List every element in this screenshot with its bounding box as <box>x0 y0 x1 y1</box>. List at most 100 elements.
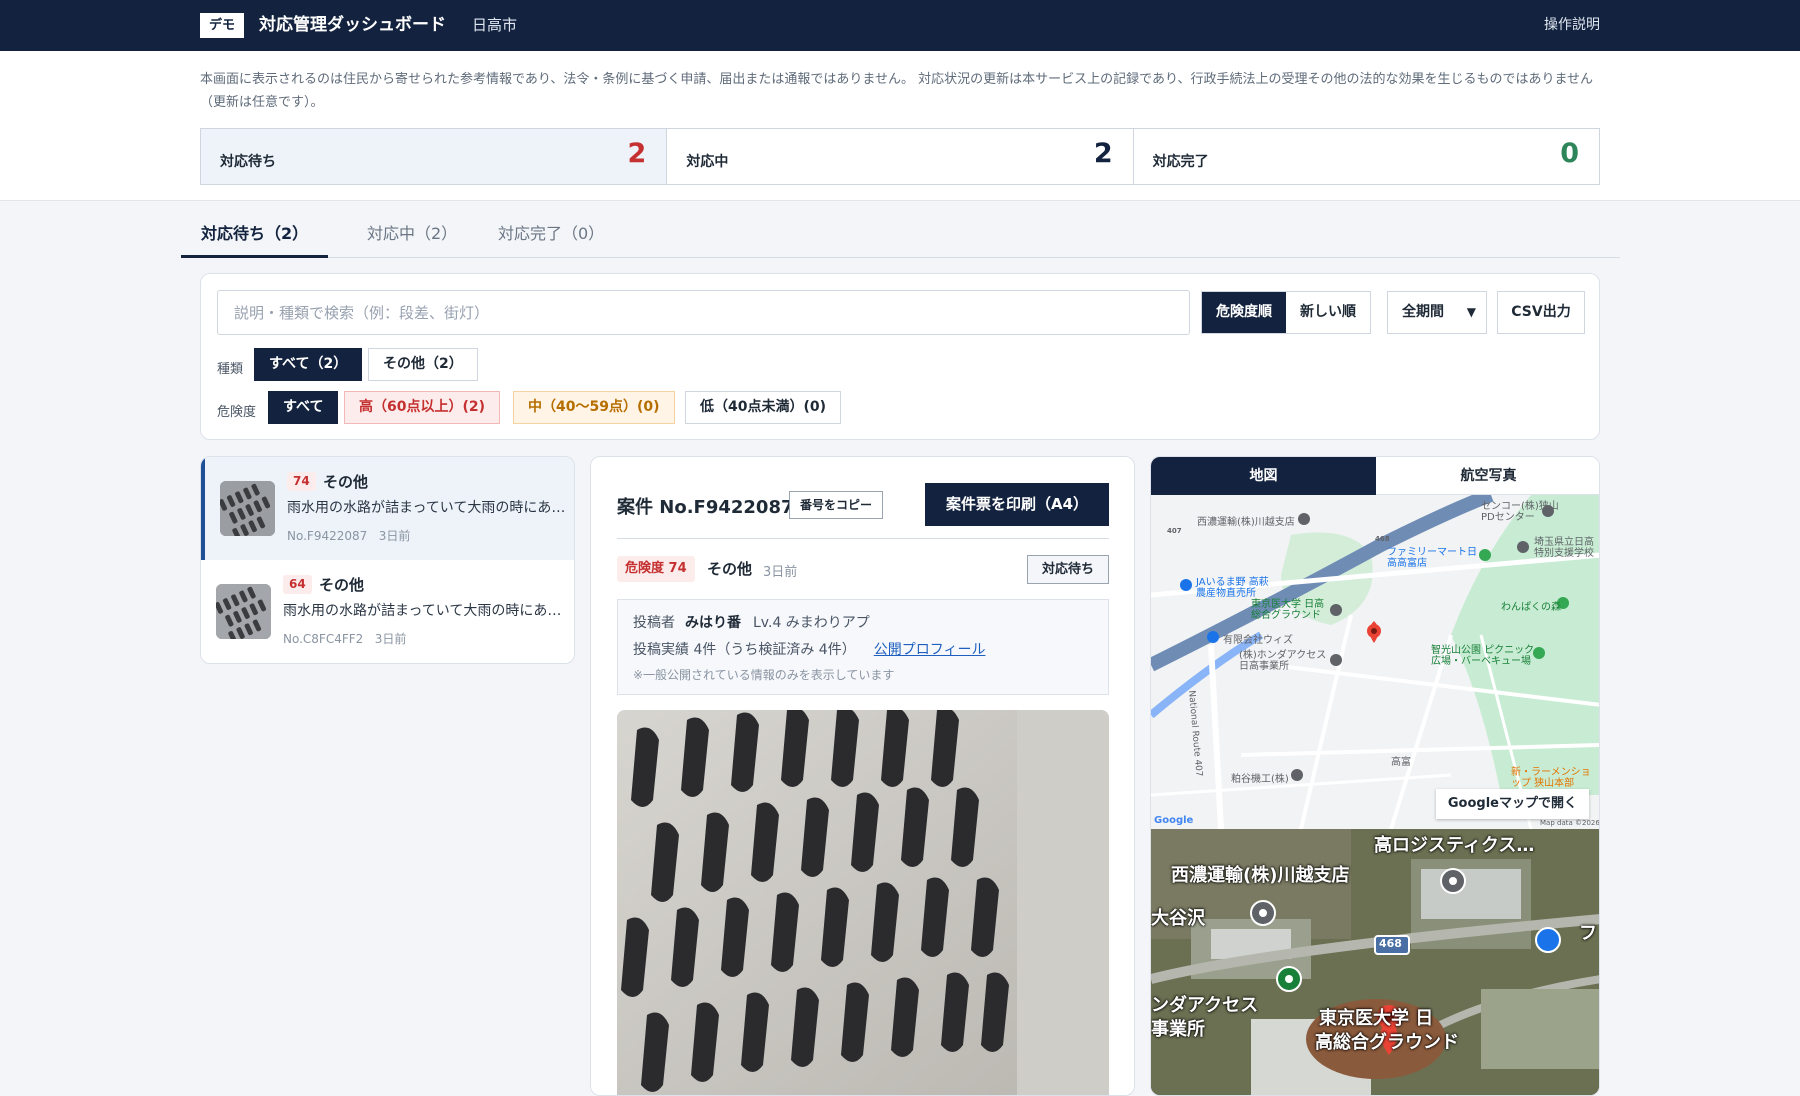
copy-number-button[interactable]: 番号をコピー <box>789 491 884 519</box>
stat-value: 2 <box>627 138 647 169</box>
item-meta: No.C8FC4FF2 3日前 <box>283 630 406 647</box>
period-value: 全期間 <box>1402 304 1444 320</box>
detail-type: その他 <box>707 560 753 578</box>
stat-value: 0 <box>1560 138 1579 169</box>
risk-mid-chip[interactable]: 中（40〜59点）(0) <box>513 391 675 424</box>
sort-risk-button[interactable]: 危険度順 <box>1202 292 1286 333</box>
item-description: 雨水用の水路が詰まっていて大雨の時にあふれます <box>287 500 567 516</box>
aerial-label: 大谷沢 <box>1151 908 1205 929</box>
risk-high-chip[interactable]: 高（60点以上）(2) <box>344 391 501 424</box>
risk-all-chip[interactable]: すべて <box>268 391 339 424</box>
google-logo: Google <box>1154 815 1194 826</box>
route-badge: 407 <box>1167 527 1182 535</box>
risk-badge: 危険度 74 <box>617 556 695 582</box>
aerial-label: 東京医大学 日 <box>1319 1008 1434 1029</box>
type-other-chip[interactable]: その他（2） <box>368 348 478 381</box>
aerial-label: フ <box>1579 923 1597 944</box>
item-meta: No.F9422087 3日前 <box>287 527 410 544</box>
app-title: 対応管理ダッシュボード <box>259 15 446 35</box>
case-number: 案件 No.F9422087 <box>617 497 794 518</box>
status-tabs: 対応待ち（2） 対応中（2） 対応完了（0） <box>181 218 1620 258</box>
status-button[interactable]: 対応待ち <box>1027 555 1109 584</box>
case-list: 74 その他 雨水用の水路が詰まっていて大雨の時にあふれます No.F94220… <box>200 456 575 664</box>
csv-export-button[interactable]: CSV出力 <box>1497 291 1585 334</box>
item-number: No.F9422087 <box>287 529 368 543</box>
stat-value: 2 <box>1093 138 1113 169</box>
search-input[interactable] <box>217 290 1190 335</box>
score-badge: 64 <box>283 575 312 594</box>
aerial-view[interactable]: 高ロジスティクス… 西濃運輸(株)川越支店 大谷沢 468 ンダアクセス 事業所… <box>1151 829 1599 1095</box>
detail-time: 3日前 <box>763 565 798 580</box>
public-profile-link[interactable]: 公開プロフィール <box>874 642 986 658</box>
tab-pending[interactable]: 対応待ち（2） <box>181 218 329 258</box>
list-item[interactable]: 64 その他 雨水用の水路が詰まっていて大雨の時にあふれます No.C8FC4F… <box>201 560 574 663</box>
poster-line: 投稿者 みはり番 Lv.4 みまわりアプ <box>633 612 870 632</box>
map-label: ファミリーマート日高高富店 <box>1387 547 1477 569</box>
map-attribution: Map data ©2026 <box>1540 819 1600 827</box>
type-all-chip[interactable]: すべて（2） <box>254 348 363 381</box>
map-label: 埼玉県立日高特別支援学校 <box>1534 537 1594 559</box>
tab-done[interactable]: 対応完了（0） <box>478 218 624 258</box>
aerial-label: 高ロジスティクス… <box>1374 835 1535 856</box>
summary-area: 本画面に表示されるのは住民から寄せられた参考情報であり、法令・条例に基づく申請、… <box>0 51 1800 201</box>
map-label: 新・ラーメンショップ 狭山本部 <box>1511 767 1591 789</box>
aerial-label: 事業所 <box>1151 1019 1205 1040</box>
stat-label: 対応中 <box>686 154 729 170</box>
poster-info: 投稿者 みはり番 Lv.4 みまわりアプ 投稿実績 4件（うち検証済み 4件） 公開プ… <box>617 599 1109 695</box>
print-case-button[interactable]: 案件票を印刷（A4） <box>925 483 1109 526</box>
period-select[interactable]: 全期間 ▼ <box>1387 291 1487 334</box>
stat-in-progress[interactable]: 対応中 2 <box>667 129 1134 184</box>
poster-name: みはり番 <box>685 615 741 631</box>
map-label: わんぱくの森 <box>1501 602 1561 613</box>
list-item[interactable]: 74 その他 雨水用の水路が詰まっていて大雨の時にあふれます No.F94220… <box>201 457 574 560</box>
tab-aerial[interactable]: 航空写真 <box>1376 457 1599 495</box>
map-label: センコー(株)狭山PDセンター <box>1481 501 1559 523</box>
item-type: その他 <box>323 473 369 491</box>
tab-in-progress[interactable]: 対応中（2） <box>347 218 477 258</box>
stat-label: 対応待ち <box>220 154 276 170</box>
map-label: 粕谷機工(株) <box>1231 774 1289 785</box>
score-badge: 74 <box>287 472 316 491</box>
open-google-maps-button[interactable]: Googleマップで開く <box>1435 789 1589 819</box>
demo-badge: デモ <box>200 13 245 38</box>
map-label: 西濃運輸(株)川越支店 <box>1197 517 1295 528</box>
map-label: 東京医大学 日高総合グラウンド <box>1251 599 1325 621</box>
legal-notice: 本画面に表示されるのは住民から寄せられた参考情報であり、法令・条例に基づく申請、… <box>200 72 1594 110</box>
status-stats: 対応待ち 2 対応中 2 対応完了 0 <box>200 128 1600 185</box>
stat-done[interactable]: 対応完了 0 <box>1133 129 1599 184</box>
map-label: (株)ホンダアクセス日高事業所 <box>1239 650 1327 672</box>
poster-label: 投稿者 <box>633 615 675 631</box>
top-bar: デモ 対応管理ダッシュボード 日高市 操作説明 <box>0 0 1800 51</box>
case-thumbnail <box>216 584 271 639</box>
poster-record-line: 投稿実績 4件（うち検証済み 4件） 公開プロフィール <box>633 639 985 659</box>
risk-low-chip[interactable]: 低（40点未満）(0) <box>685 391 842 424</box>
help-link[interactable]: 操作説明 <box>1544 13 1600 38</box>
stat-pending[interactable]: 対応待ち 2 <box>201 129 668 184</box>
divider <box>617 538 1109 539</box>
item-time: 3日前 <box>378 529 411 543</box>
road-map[interactable]: 西濃運輸(株)川越支店 センコー(株)狭山PDセンター 埼玉県立日高特別支援学校… <box>1151 495 1600 829</box>
chevron-down-icon: ▼ <box>1466 305 1476 319</box>
risk-label: 危険度 <box>217 405 257 420</box>
aerial-label: 高総合グラウンド <box>1315 1032 1459 1053</box>
aerial-label: 西濃運輸(株)川越支店 <box>1171 865 1350 886</box>
item-number: No.C8FC4FF2 <box>283 632 364 646</box>
map-label: 智光山公園 ピクニック広場・バーベキュー場 <box>1431 645 1535 667</box>
tab-map[interactable]: 地図 <box>1151 457 1376 495</box>
case-detail: 案件 No.F9422087 番号をコピー 案件票を印刷（A4） 危険度 74 … <box>590 456 1135 1096</box>
route-badge: 468 <box>1375 535 1390 543</box>
sort-toggle: 危険度順 新しい順 <box>1201 291 1371 334</box>
item-description: 雨水用の水路が詰まっていて大雨の時にあふれます <box>283 603 563 619</box>
stat-label: 対応完了 <box>1152 154 1209 170</box>
item-type: その他 <box>319 576 365 594</box>
type-label: 種類 <box>217 362 244 377</box>
case-photo <box>617 710 1109 1095</box>
city-name: 日高市 <box>472 16 518 34</box>
map-label: 有限会社ウィズ <box>1223 635 1293 646</box>
poster-record: 投稿実績 4件（うち検証済み 4件） <box>633 642 856 658</box>
sort-new-button[interactable]: 新しい順 <box>1286 292 1370 333</box>
map-label: JAいるま野 高萩農産物直売所 <box>1196 577 1269 599</box>
aerial-label: ンダアクセス <box>1151 995 1259 1016</box>
poster-level: Lv.4 みまわりアプ <box>753 615 870 631</box>
map-panel: 地図 航空写真 西濃運輸(株)川越支店 センコー(株)狭山PDセンター 埼玉県立… <box>1150 456 1600 1096</box>
